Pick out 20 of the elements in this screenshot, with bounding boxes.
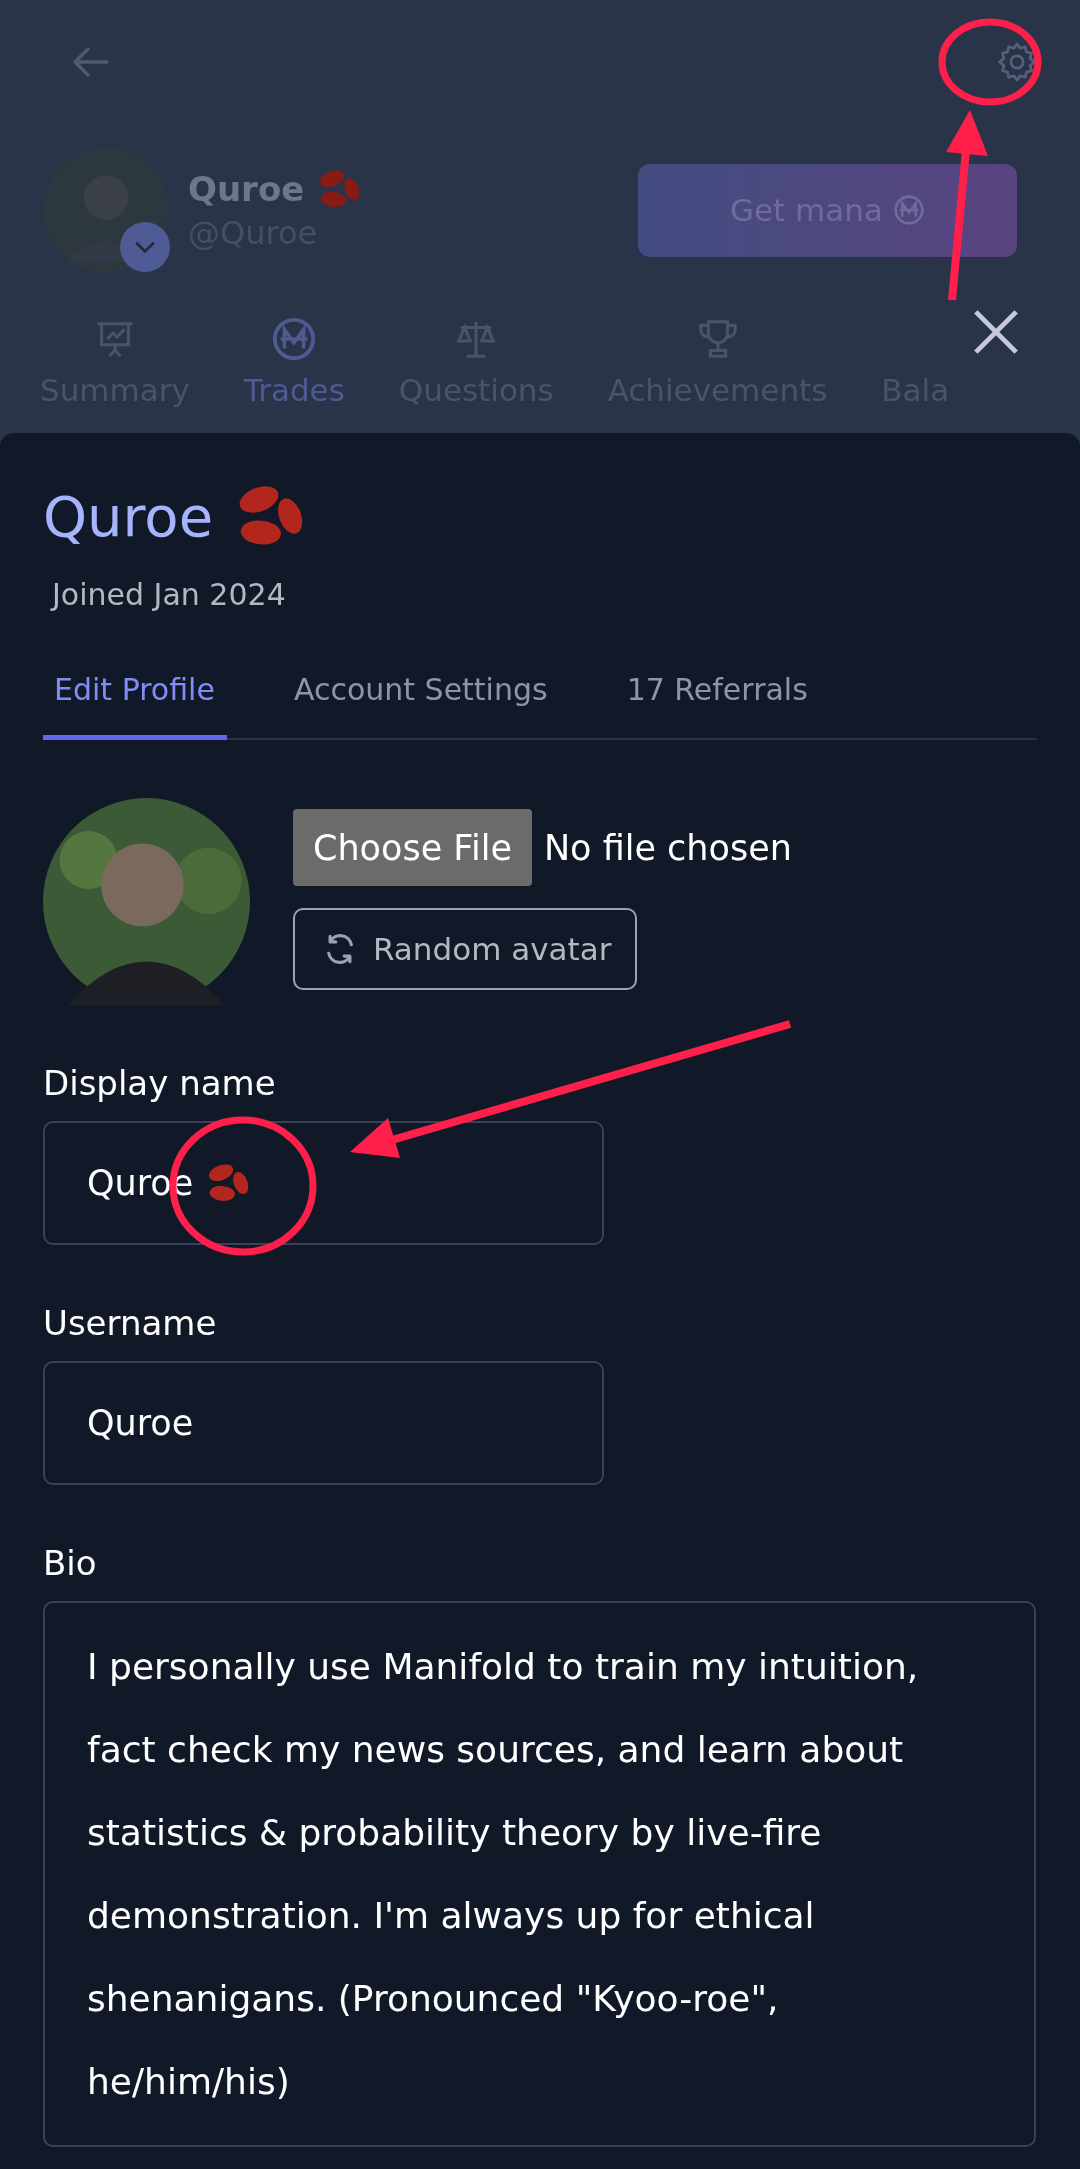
- mana-coin-icon: [271, 316, 318, 362]
- close-icon[interactable]: [972, 308, 1020, 356]
- back-arrow-icon[interactable]: [70, 46, 110, 78]
- settings-tab[interactable]: Account Settings: [282, 646, 560, 740]
- chevron-down-icon: [134, 240, 156, 254]
- random-avatar-button[interactable]: Random avatar: [293, 908, 638, 990]
- field-label: Username: [43, 1303, 218, 1343]
- bio-field[interactable]: I personally use Manifold to train my intuition, fact check my news sources, and learn about statistics & probability theory by live-fire demonstration. I'm always up for ethical shenanigans. (Pronounced "Kyoo-roe", he/him/his): [43, 1601, 1036, 2147]
- field-label: Display name: [43, 1063, 277, 1103]
- input-field[interactable]: Quroe: [43, 1361, 604, 1485]
- file-status: No file chosen: [543, 827, 792, 868]
- dropdown-button[interactable]: [120, 222, 170, 272]
- settings-tab[interactable]: 17 Referrals: [615, 646, 820, 740]
- profile-name: Quroe: [188, 169, 305, 209]
- choose-file-button[interactable]: Choose File: [293, 809, 532, 886]
- settings-tab[interactable]: Edit Profile: [43, 646, 227, 740]
- field-label: Bio: [43, 1543, 98, 1583]
- sheet-title: Quroe: [43, 483, 214, 549]
- mana-coin-icon: [892, 194, 925, 226]
- joined-date: Joined Jan 2024: [52, 577, 287, 612]
